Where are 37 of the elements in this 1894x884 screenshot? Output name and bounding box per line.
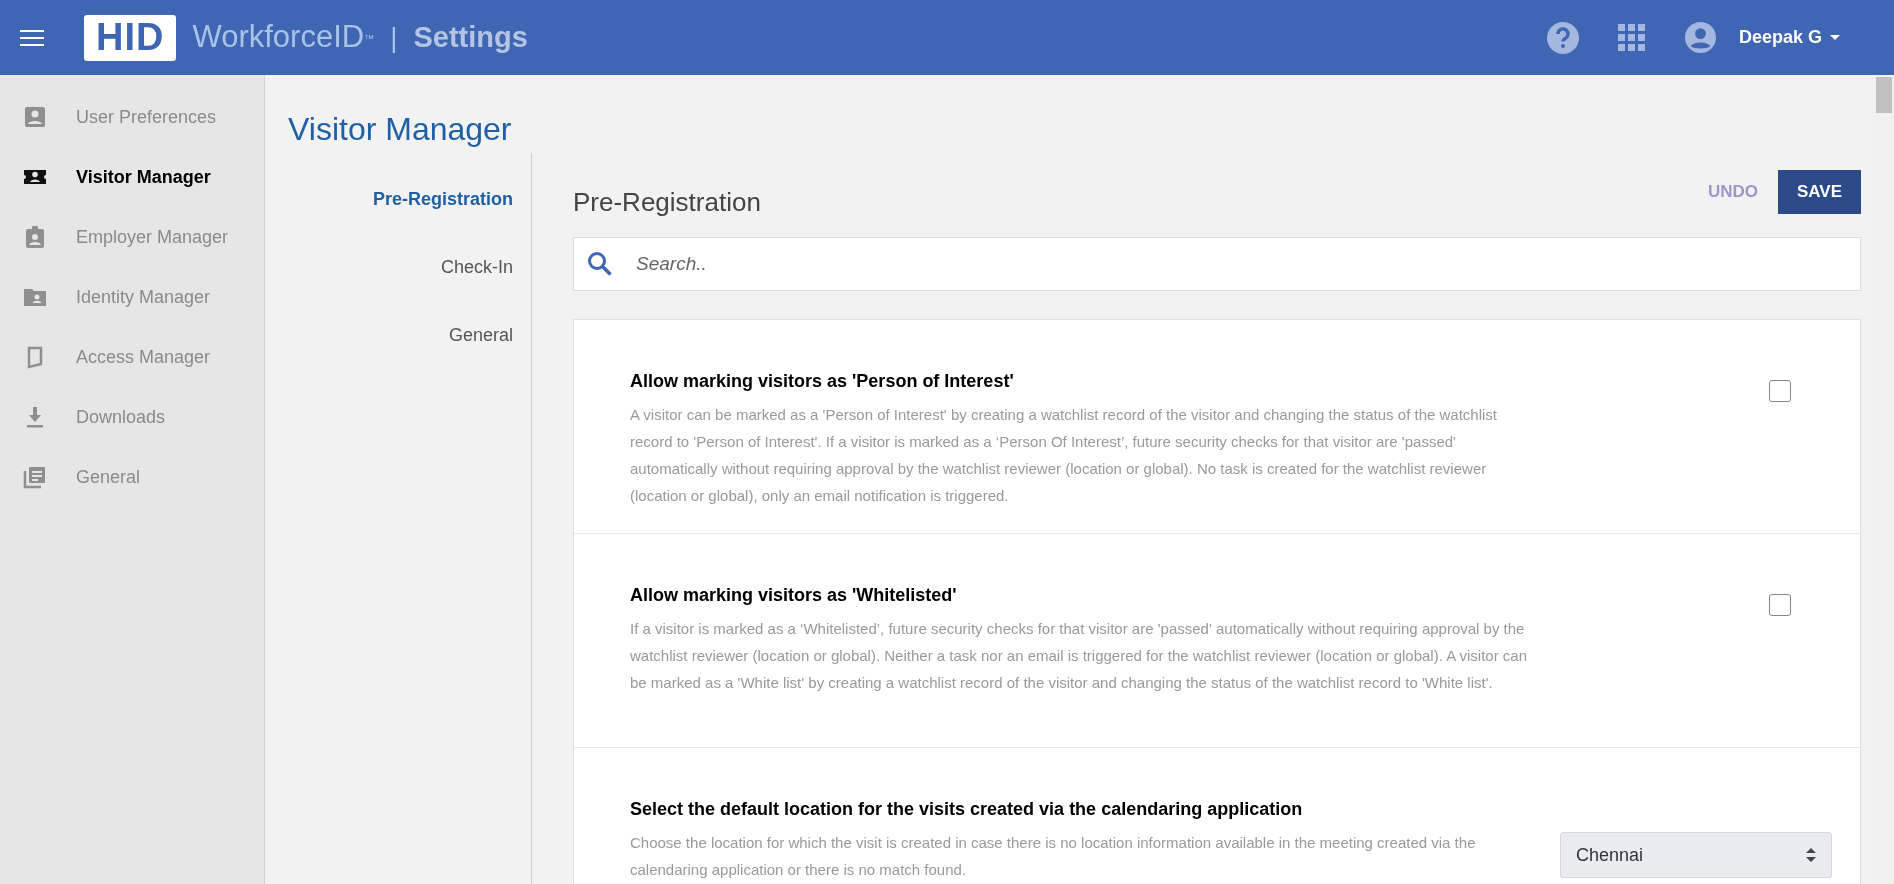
sidebar-item[interactable]: Access Manager xyxy=(0,327,264,387)
setting-title: Allow marking visitors as 'Whitelisted' xyxy=(630,584,958,607)
location-select[interactable]: Chennai xyxy=(1560,832,1832,878)
logo: HID xyxy=(84,14,177,61)
person-icon xyxy=(23,105,47,129)
user-menu-button[interactable]: Deepak G xyxy=(1738,24,1840,51)
page-title: Visitor Manager xyxy=(288,110,513,149)
product-name: WorkforceID$^{™}$ xyxy=(192,18,375,57)
sidebar-item[interactable]: Identity Manager xyxy=(0,267,264,327)
clipboard-icon xyxy=(23,225,47,249)
sidebar-item[interactable]: Downloads xyxy=(0,387,264,447)
section-title: Settings xyxy=(413,19,528,55)
setting-description: Choose the location for which the visit is created in case there is no location information available in the meeting created via the calendaring application or there is no match found. xyxy=(630,833,1477,880)
sidebar-item[interactable]: General xyxy=(0,447,264,507)
apps-grid-icon[interactable] xyxy=(1617,23,1646,52)
separator: | xyxy=(390,20,398,55)
checkbox[interactable] xyxy=(1769,380,1791,402)
search-icon xyxy=(587,251,613,277)
section-tab[interactable]: Pre-Registration xyxy=(372,165,513,233)
setting-title: Allow marking visitors as 'Person of Interest' xyxy=(630,370,1015,393)
list-icon xyxy=(23,465,47,489)
account-icon[interactable] xyxy=(1683,21,1717,54)
caret-icon xyxy=(1830,35,1840,40)
setting-description: A visitor can be marked as a 'Person of Interest' by creating a watchlist record of the visitor and changing the status of the watchlist record to 'Person of Interest'. If a visitor is marked as a ‘Person Of Interest’, future security checks for that visitor are 'passed' automatically without requiring approval by the watchlist reviewer (location or global). No task is created for the watchlist reviewer (location or global), only an email notification is triggered. xyxy=(630,405,1498,506)
setting-description: If a visitor is marked as a ‘Whitelisted’, future security checks for that visitor are 'passed' automatically without requiring approval by the watchlist reviewer (location or global). Neither a task nor an email is triggered for the watchlist reviewer (location or global). A visitor can be marked as a 'White list' by creating a watchlist record of the visitor and changing the status of the watchlist record to 'White list'. xyxy=(630,619,1529,693)
panel-title: Pre-Registration xyxy=(573,186,761,219)
menu-icon[interactable] xyxy=(20,28,44,47)
sidebar-item[interactable]: Visitor Manager xyxy=(0,147,264,207)
help-icon[interactable] xyxy=(1545,20,1580,55)
section-tab[interactable]: Check-In xyxy=(440,233,513,301)
sort-arrows-icon xyxy=(1806,847,1816,863)
setting-title: Select the default location for the visits created via the calendaring application xyxy=(630,798,1304,821)
checkbox[interactable] xyxy=(1769,594,1791,616)
sidebar-item[interactable]: Employer Manager xyxy=(0,207,264,267)
search-field[interactable]: Search.. xyxy=(573,237,1861,291)
section-tab[interactable]: General xyxy=(448,301,513,369)
save-button[interactable]: SAVE xyxy=(1778,170,1861,214)
